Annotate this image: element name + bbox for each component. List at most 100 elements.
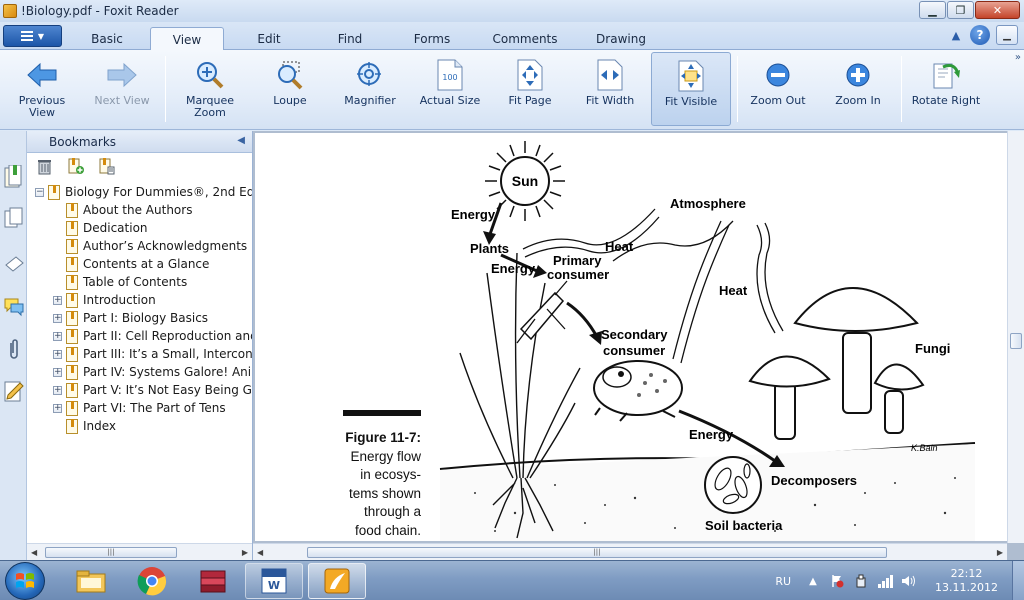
loupe-button[interactable]: Loupe xyxy=(256,52,324,126)
language-indicator[interactable]: RU xyxy=(775,575,791,588)
windows-taskbar: W RU ▲ 22:12 13.11.2012 xyxy=(0,560,1024,600)
collapse-panel-icon[interactable]: ◀ xyxy=(237,135,245,146)
signatures-panel-icon[interactable] xyxy=(4,379,24,402)
magnifier-button[interactable]: Magnifier xyxy=(334,52,406,126)
taskbar-foxit-reader[interactable] xyxy=(308,563,366,599)
start-button[interactable] xyxy=(5,562,45,600)
tab-find[interactable]: Find xyxy=(313,27,387,50)
document-horizontal-scrollbar[interactable]: ◀ ||| ▶ xyxy=(253,543,1007,560)
expand-node-icon[interactable]: + xyxy=(53,295,62,305)
actual-size-button[interactable]: 100 Actual Size xyxy=(414,52,486,126)
system-clock[interactable]: 22:12 13.11.2012 xyxy=(935,567,998,595)
show-hidden-icons-icon[interactable]: ▲ xyxy=(805,573,821,589)
label-secondary-consumer: consumer xyxy=(603,343,665,358)
maximize-button[interactable]: ❐ xyxy=(947,1,974,19)
next-view-button[interactable]: Next View xyxy=(88,52,156,126)
bookmark-item[interactable]: Author’s Acknowledgments xyxy=(53,237,247,255)
tab-drawing[interactable]: Drawing xyxy=(584,27,658,50)
expand-node-icon[interactable]: + xyxy=(53,313,62,323)
help-icon[interactable]: ? xyxy=(970,25,990,45)
collapse-ribbon-icon[interactable]: ▲ xyxy=(948,29,964,42)
bookmark-item[interactable]: Index xyxy=(53,417,116,435)
previous-view-button[interactable]: Previous View xyxy=(4,52,80,126)
show-desktop-button[interactable] xyxy=(1012,561,1024,600)
bookmark-item[interactable]: + Part II: Cell Reproduction and xyxy=(53,327,252,345)
tab-forms[interactable]: Forms xyxy=(395,27,469,50)
soil-bacteria-illustration xyxy=(704,456,762,514)
document-vertical-scrollbar[interactable] xyxy=(1007,131,1024,543)
expand-node-icon[interactable]: + xyxy=(53,367,62,377)
bookmark-root[interactable]: − Biology For Dummies®, 2nd Editi xyxy=(35,183,252,201)
add-bookmark-icon[interactable] xyxy=(67,158,84,175)
scrollbar-thumb[interactable]: ||| xyxy=(45,547,177,558)
more-tools-icon[interactable]: » xyxy=(1015,52,1021,63)
scroll-right-icon[interactable]: ▶ xyxy=(997,548,1003,557)
caption-title: Figure 11-7: xyxy=(345,430,421,445)
bookmarks-tree: − Biology For Dummies®, 2nd Editi About … xyxy=(27,182,252,538)
marquee-zoom-button[interactable]: Marquee Zoom xyxy=(174,52,246,126)
tab-basic[interactable]: Basic xyxy=(72,27,142,50)
bookmark-item[interactable]: + Part IV: Systems Galore! Anin xyxy=(53,363,252,381)
bookmark-root-label: Biology For Dummies®, 2nd Editi xyxy=(65,185,252,199)
minimize-ribbon-button[interactable]: ▁ xyxy=(996,25,1018,45)
scroll-right-icon[interactable]: ▶ xyxy=(242,548,248,557)
scroll-left-icon[interactable]: ◀ xyxy=(31,548,37,557)
bookmark-item[interactable]: + Part I: Biology Basics xyxy=(53,309,208,327)
zoom-out-button[interactable]: Zoom Out xyxy=(744,52,812,126)
scroll-left-icon[interactable]: ◀ xyxy=(257,548,263,557)
bookmarks-horizontal-scrollbar[interactable]: ◀ ||| ▶ xyxy=(27,543,252,560)
bookmarks-toolbar xyxy=(27,153,252,180)
minimize-button[interactable]: ▁ xyxy=(919,1,946,19)
taskbar-winrar[interactable] xyxy=(184,563,242,599)
scrollbar-thumb[interactable]: ||| xyxy=(307,547,887,558)
fit-page-button[interactable]: Fit Page xyxy=(494,52,566,126)
layers-panel-icon[interactable] xyxy=(4,251,24,273)
network-signal-icon[interactable] xyxy=(877,573,894,589)
bookmark-item[interactable]: Contents at a Glance xyxy=(53,255,209,273)
label-primary: Primary xyxy=(553,253,602,268)
taskbar-word[interactable]: W xyxy=(245,563,303,599)
windows-logo-icon xyxy=(16,573,34,588)
bookmark-properties-icon[interactable] xyxy=(98,158,115,175)
bookmark-item[interactable]: + Introduction xyxy=(53,291,156,309)
expand-node-icon[interactable]: + xyxy=(53,385,62,395)
fit-visible-button[interactable]: Fit Visible xyxy=(651,52,731,126)
taskbar-explorer[interactable] xyxy=(62,563,120,599)
application-menu-button[interactable]: ▼ xyxy=(3,25,62,47)
bookmark-label: Part VI: The Part of Tens xyxy=(83,401,226,415)
bookmark-item[interactable]: + Part III: It’s a Small, Intercon xyxy=(53,345,252,363)
bookmarks-panel-icon[interactable] xyxy=(4,164,24,188)
rotate-right-button[interactable]: Rotate Right xyxy=(908,52,984,126)
close-button[interactable]: ✕ xyxy=(975,1,1020,19)
usb-device-icon[interactable] xyxy=(853,573,869,589)
zoom-in-label: Zoom In xyxy=(835,94,881,107)
tab-edit[interactable]: Edit xyxy=(232,27,306,50)
expand-node-icon[interactable]: + xyxy=(53,403,62,413)
scrollbar-thumb[interactable] xyxy=(1010,333,1022,349)
fit-visible-label: Fit Visible xyxy=(664,95,718,108)
attachments-panel-icon[interactable] xyxy=(4,337,24,359)
document-viewport[interactable]: Sun Energy Atmosphere Plants Heat Energy… xyxy=(253,131,1024,560)
tab-comments[interactable]: Comments xyxy=(482,27,568,50)
delete-bookmark-icon[interactable] xyxy=(36,158,53,175)
expand-node-icon[interactable]: + xyxy=(53,349,62,359)
fit-width-button[interactable]: Fit Width xyxy=(574,52,646,126)
bookmark-icon xyxy=(66,202,78,218)
bookmark-item[interactable]: About the Authors xyxy=(53,201,192,219)
taskbar-chrome[interactable] xyxy=(123,563,181,599)
label-atmosphere: Atmosphere xyxy=(670,196,746,211)
tab-view[interactable]: View xyxy=(150,27,224,51)
foxit-app-icon[interactable] xyxy=(3,4,17,18)
volume-icon[interactable] xyxy=(901,573,917,589)
bookmark-item[interactable]: + Part V: It’s Not Easy Being Gr xyxy=(53,381,252,399)
zoom-in-button[interactable]: Zoom In xyxy=(824,52,892,126)
comments-panel-icon[interactable] xyxy=(4,295,24,317)
collapse-node-icon[interactable]: − xyxy=(35,187,44,197)
pages-panel-icon[interactable] xyxy=(4,207,24,229)
action-center-flag-icon[interactable] xyxy=(829,573,845,589)
bookmark-item[interactable]: + Part VI: The Part of Tens xyxy=(53,399,226,417)
expand-node-icon[interactable]: + xyxy=(53,331,62,341)
bookmark-item[interactable]: Dedication xyxy=(53,219,148,237)
marquee-zoom-label: Marquee Zoom xyxy=(185,94,235,119)
bookmark-item[interactable]: Table of Contents xyxy=(53,273,187,291)
